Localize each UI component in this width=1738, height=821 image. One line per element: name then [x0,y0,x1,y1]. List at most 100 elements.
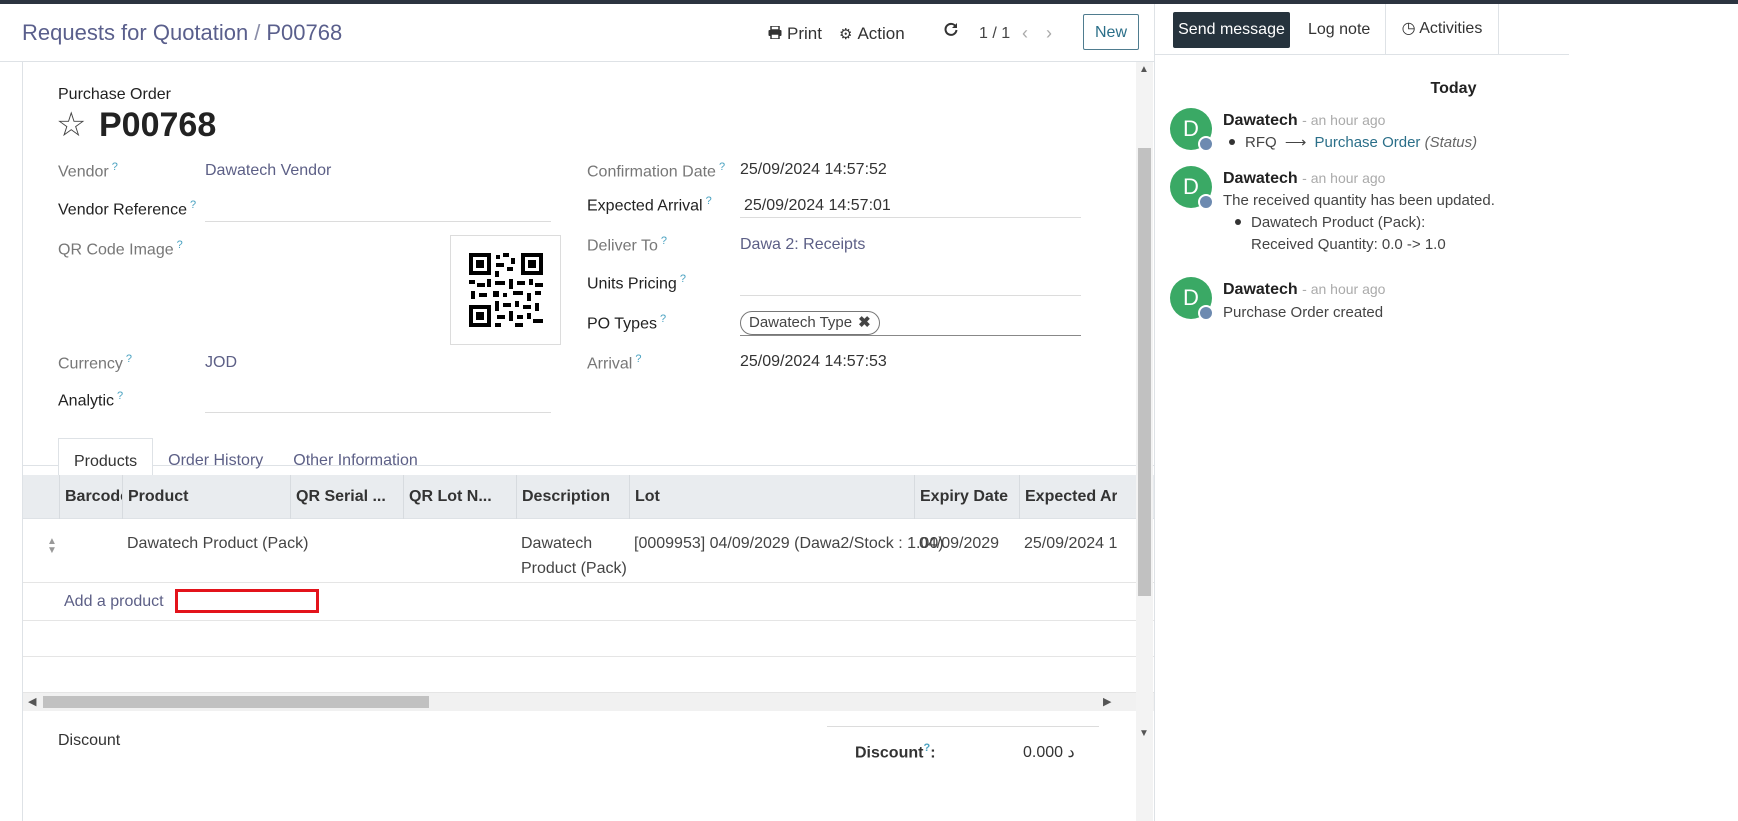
message-author[interactable]: Dawatech [1223,112,1298,129]
column-qr-serial[interactable]: QR Serial ... [290,475,403,519]
vendor-reference-label: Vendor Reference? [58,199,197,219]
deliver-to-field[interactable]: Dawa 2: Receipts [740,236,865,254]
confirmation-date-field: 25/09/2024 14:57:52 [740,161,887,178]
arrow-right-icon: ⟶ [1284,134,1307,151]
message-body: The received quantity has been updated. … [1223,190,1495,256]
message-list-item: Dawatech Product (Pack): [1223,212,1495,234]
column-lot[interactable]: Lot [629,475,914,519]
breadcrumb-current: P00768 [266,20,343,45]
status-dot-icon [1198,305,1214,321]
po-type-tag: Dawatech Type ✖ [740,311,880,335]
vertical-scrollbar[interactable]: ▲ ▼ [1136,62,1153,821]
scroll-right-icon[interactable]: ▶ [1103,695,1111,708]
discount-section-label: Discount [58,732,121,749]
vendor-label: Vendor? [58,161,118,181]
printer-icon [768,24,782,44]
arrival-label: Arrival? [587,353,642,373]
vertical-scroll-thumb[interactable] [1138,148,1151,596]
action-button[interactable]: ⚙ Action [839,24,905,44]
table-header: Barcode Product QR Serial ... QR Lot N..… [23,475,1239,519]
control-panel: Requests for Quotation / P00768 Print ⚙ Ac… [0,4,1279,62]
activities-button[interactable]: ◷ Activities [1385,4,1499,54]
analytic-field[interactable] [205,390,551,412]
vendor-field[interactable]: Dawatech Vendor [205,162,331,180]
totals-discount-value: 0.000 د [1023,744,1075,761]
chatter-panel: Send message Log note ◷ Activities Today… [1154,4,1569,821]
activities-label: Activities [1419,20,1483,37]
column-expiry-date[interactable]: Expiry Date [914,475,1019,519]
breadcrumb: Requests for Quotation / P00768 [22,20,342,46]
units-pricing-field[interactable] [740,273,1081,295]
send-message-button[interactable]: Send message [1173,12,1290,48]
cell-description-line-1: Dawatech [521,535,593,552]
column-barcode[interactable]: Barcode [59,475,122,519]
cell-description[interactable]: Dawatech Product (Pack) [521,531,627,581]
table-row[interactable]: ▲ ▼ Dawatech Product (Pack) Dawatech Prod… [23,519,1239,583]
vendor-reference-field[interactable] [205,199,551,221]
gear-icon: ⚙ [839,26,853,43]
analytic-underline [205,412,551,413]
avatar[interactable]: D [1170,108,1214,152]
tab-other-information[interactable]: Other Information [278,438,433,480]
arrival-field: 25/09/2024 14:57:53 [740,353,887,370]
message-text: The received quantity has been updated. [1223,192,1495,209]
pager-value[interactable]: 1 / 1 [979,25,1010,43]
status-dot-icon [1198,194,1214,210]
expected-arrival-underline [740,217,1081,218]
tab-products[interactable]: Products [58,438,154,480]
tracking-field: (Status) [1424,134,1478,151]
close-icon[interactable]: ✖ [858,312,871,334]
units-pricing-label: Units Pricing? [587,273,686,293]
currency-label: Currency? [58,353,133,373]
column-expected-arrival[interactable]: Expected Arri... [1019,475,1117,519]
notebook-tabs: Products Order History Other Information [58,438,433,480]
scroll-down-icon[interactable]: ▼ [1139,728,1149,739]
avatar[interactable]: D [1170,166,1214,210]
add-product-link[interactable]: Add a product [64,593,164,611]
deliver-to-label: Deliver To? [587,235,667,255]
refresh-icon[interactable] [944,22,958,36]
print-button[interactable]: Print [768,24,822,44]
cell-expected-arrival[interactable]: 25/09/2024 14 [1024,531,1117,556]
horizontal-scroll-thumb[interactable] [43,696,429,708]
chevron-left-icon[interactable]: ‹ [1022,23,1028,44]
scroll-up-icon[interactable]: ▲ [1139,64,1149,75]
tab-order-history[interactable]: Order History [153,438,278,480]
log-note-button[interactable]: Log note [1308,21,1370,39]
tracking-new-value: Purchase Order [1314,134,1421,151]
analytic-label: Analytic? [58,390,124,410]
message-detail: Received Quantity: 0.0 -> 1.0 [1251,236,1446,253]
totals-divider [827,726,1099,727]
cell-description-line-2: Product (Pack) [521,560,627,577]
expected-arrival-field[interactable]: 25/09/2024 14:57:01 [744,197,891,215]
column-qr-lot[interactable]: QR Lot N... [403,475,516,519]
column-description[interactable]: Description [516,475,629,519]
chevron-right-icon[interactable]: › [1046,23,1052,44]
horizontal-scrollbar[interactable]: ◀ ▶ [23,693,1239,711]
star-icon[interactable]: ☆ [56,108,86,142]
drag-handle-icon[interactable]: ▲ ▼ [47,537,57,556]
cell-lot[interactable]: [0009953] 04/09/2029 (Dawa2/Stock : 1.00… [634,531,944,556]
action-label: Action [857,24,905,43]
new-button[interactable]: New [1083,14,1139,50]
cell-product[interactable]: Dawatech Product (Pack) [127,531,308,556]
po-type-tag-label: Dawatech Type [749,314,853,331]
message-header: Dawatech - an hour ago [1223,112,1385,130]
expected-arrival-label: Expected Arrival? [587,195,712,215]
avatar[interactable]: D [1170,277,1214,321]
avatar-initial: D [1183,174,1199,199]
empty-row [23,620,1239,657]
units-pricing-underline [740,295,1081,296]
qr-code-image[interactable] [450,235,561,345]
currency-field[interactable]: JOD [205,354,237,372]
message-author[interactable]: Dawatech [1223,281,1298,298]
column-product[interactable]: Product [122,475,290,519]
message-author[interactable]: Dawatech [1223,170,1298,187]
avatar-initial: D [1183,285,1199,310]
breadcrumb-parent[interactable]: Requests for Quotation [22,20,248,45]
status-dot-icon [1198,136,1214,152]
cell-expiry-date[interactable]: 04/09/2029 [919,531,999,556]
message-body: Purchase Order created [1223,304,1384,321]
scroll-left-icon[interactable]: ◀ [28,695,36,708]
chatter-topbar: Send message Log note ◷ Activities [1155,4,1569,55]
